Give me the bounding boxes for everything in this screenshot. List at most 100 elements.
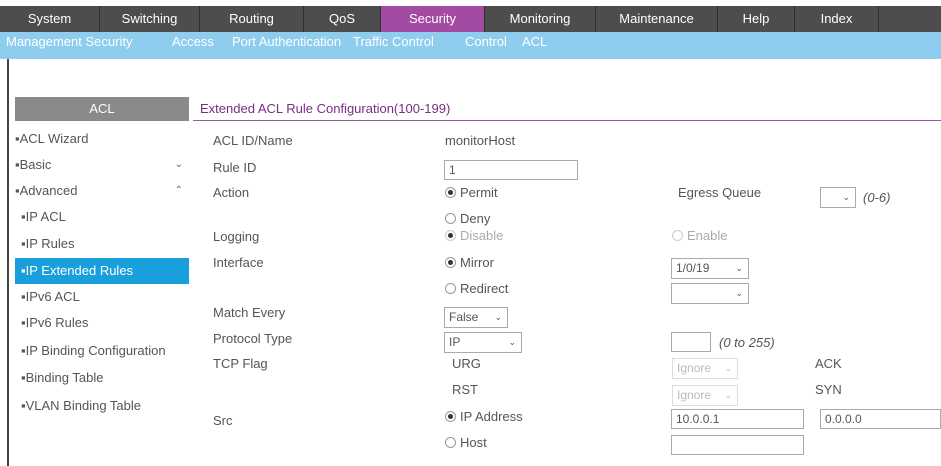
acl-id-label: ACL ID/Name (213, 133, 293, 148)
src-ip-input[interactable] (671, 409, 804, 429)
tab-maintenance[interactable]: Maintenance (596, 6, 718, 32)
tab-qos[interactable]: QoS (304, 6, 381, 32)
match-every-select[interactable]: False ⌄ (444, 307, 508, 328)
chevron-down-icon: ⌄ (724, 390, 732, 400)
top-navigation: System Switching Routing QoS Security Mo… (0, 0, 941, 32)
interface-redirect-radio[interactable]: Redirect (445, 281, 508, 296)
sidebar-item-acl-wizard[interactable]: ▪ACL Wizard (15, 126, 189, 152)
acl-id-value: monitorHost (445, 133, 516, 148)
src-ip-address-radio[interactable]: IP Address (445, 409, 523, 424)
subtab-management-security[interactable]: Management Security (6, 32, 132, 52)
subtab-access[interactable]: Access (172, 32, 214, 52)
tab-monitoring[interactable]: Monitoring (485, 6, 596, 32)
chevron-down-icon: ⌄ (724, 363, 732, 373)
chevron-down-icon: ⌄ (494, 312, 502, 322)
sub-navigation: Management Security Access Port Authenti… (0, 32, 941, 59)
sidebar-item-ip-extended-rules[interactable]: ▪IP Extended Rules (15, 258, 189, 284)
tcp-flag-rst-select[interactable]: Ignore ⌄ (672, 385, 738, 406)
logging-enable-radio[interactable]: Enable (672, 228, 727, 243)
radio-icon (445, 213, 456, 224)
tab-system[interactable]: System (0, 6, 100, 32)
tab-security[interactable]: Security (381, 6, 485, 32)
tcp-flag-urg-label: URG (452, 356, 481, 371)
title-divider (193, 120, 941, 121)
match-every-label: Match Every (213, 305, 286, 320)
src-host-radio[interactable]: Host (445, 435, 487, 450)
sidebar-item-binding-table[interactable]: ▪Binding Table (15, 365, 189, 391)
sidebar-item-label: ▪VLAN Binding Table (21, 398, 142, 413)
src-host-input[interactable] (671, 435, 804, 455)
radio-icon (672, 230, 683, 241)
tcp-flag-rst-value: Ignore (677, 388, 712, 402)
mirror-port-value: 1/0/19 (676, 261, 710, 275)
radio-icon (445, 283, 456, 294)
tcp-flag-rst-label: RST (452, 382, 478, 397)
radio-selected-icon (445, 411, 456, 422)
chevron-up-icon: ⌃ (174, 185, 183, 196)
logging-label: Logging (213, 229, 260, 244)
protocol-type-label: Protocol Type (213, 331, 293, 346)
interface-mirror-radio[interactable]: Mirror (445, 255, 494, 270)
sidebar-item-ip-rules[interactable]: ▪IP Rules (15, 231, 189, 257)
tab-index[interactable]: Index (795, 6, 879, 32)
sidebar-item-label: ▪IP ACL (21, 209, 66, 224)
radio-selected-icon (445, 257, 456, 268)
sidebar-item-label: ▪Basic (15, 157, 52, 172)
permit-label: Permit (460, 185, 498, 200)
subtab-traffic-control[interactable]: Traffic Control (353, 32, 434, 52)
radio-selected-icon (445, 187, 456, 198)
redirect-port-select[interactable]: ⌄ (671, 283, 749, 304)
sidebar-item-ip-binding-configuration[interactable]: ▪IP Binding Configuration (15, 338, 189, 364)
tab-switching[interactable]: Switching (100, 6, 200, 32)
sidebar-item-label: ▪IP Extended Rules (21, 263, 134, 278)
sidebar-item-vlan-binding-table[interactable]: ▪VLAN Binding Table (15, 393, 189, 419)
chevron-down-icon: ⌄ (735, 288, 743, 298)
chevron-down-icon: ⌄ (735, 263, 743, 273)
ip-address-label: IP Address (460, 409, 523, 424)
sidebar-item-advanced[interactable]: ▪Advanced ⌃ (15, 178, 189, 204)
egress-queue-select[interactable]: ⌄ (820, 187, 856, 208)
rule-id-label: Rule ID (213, 160, 257, 175)
action-permit-radio[interactable]: Permit (445, 185, 498, 200)
egress-queue-label: Egress Queue (678, 185, 762, 200)
protocol-number-input[interactable] (671, 332, 711, 352)
protocol-type-value: IP (449, 335, 461, 349)
tcp-flag-urg-select[interactable]: Ignore ⌄ (672, 358, 738, 379)
page-title: Extended ACL Rule Configuration(100-199) (200, 101, 451, 116)
sidebar-item-label: ▪IPv6 Rules (21, 315, 89, 330)
sidebar-item-ip-acl[interactable]: ▪IP ACL (15, 204, 189, 230)
subtab-port-authentication[interactable]: Port Authentication (232, 32, 341, 52)
sidebar-item-label: ▪ACL Wizard (15, 131, 89, 146)
tcp-flag-urg-value: Ignore (677, 361, 712, 375)
rule-id-input[interactable] (444, 160, 578, 180)
src-label: Src (213, 413, 233, 428)
sidebar-item-label: ▪IP Binding Configuration (21, 343, 166, 358)
tcp-flag-syn-label: SYN (815, 382, 842, 397)
tab-routing[interactable]: Routing (200, 6, 304, 32)
chevron-down-icon: ⌄ (174, 159, 183, 170)
match-every-value: False (449, 310, 479, 324)
tcp-flag-label: TCP Flag (213, 356, 268, 371)
radio-selected-icon (445, 230, 456, 241)
frame-border (7, 59, 9, 466)
redirect-label: Redirect (460, 281, 509, 296)
logging-disable-radio[interactable]: Disable (445, 228, 503, 243)
tcp-flag-ack-label: ACK (815, 356, 842, 371)
subtab-control[interactable]: Control (465, 32, 507, 52)
sidebar-item-ipv6-rules[interactable]: ▪IPv6 Rules (15, 310, 189, 336)
tab-help[interactable]: Help (718, 6, 795, 32)
protocol-number-hint: (0 to 255) (719, 335, 775, 350)
sidebar-item-ipv6-acl[interactable]: ▪IPv6 ACL (15, 284, 189, 310)
sidebar-item-label: ▪IP Rules (21, 236, 75, 251)
disable-label: Disable (460, 228, 504, 243)
enable-label: Enable (687, 228, 728, 243)
protocol-type-select[interactable]: IP ⌄ (444, 332, 522, 353)
mirror-port-select[interactable]: 1/0/19 ⌄ (671, 258, 749, 279)
action-deny-radio[interactable]: Deny (445, 211, 490, 226)
host-label: Host (460, 435, 487, 450)
subtab-acl[interactable]: ACL (522, 32, 547, 52)
chevron-down-icon: ⌄ (508, 337, 516, 347)
sidebar-item-label: ▪IPv6 ACL (21, 289, 80, 304)
sidebar-item-basic[interactable]: ▪Basic ⌄ (15, 152, 189, 178)
src-mask-input[interactable] (820, 409, 941, 429)
